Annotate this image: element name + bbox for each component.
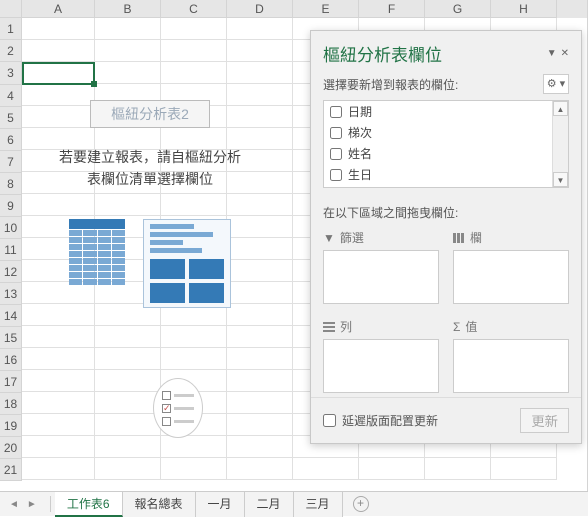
sheet-tab[interactable]: 報名總表 xyxy=(123,492,196,517)
field-item[interactable]: 日期 xyxy=(324,101,568,122)
pivot-illustration xyxy=(45,219,255,308)
sheet-tab-bar: ◄► 工作表6報名總表一月二月三月 + xyxy=(0,491,588,516)
row-header-14[interactable]: 14 xyxy=(0,305,22,327)
row-header-3[interactable]: 3 xyxy=(0,62,22,85)
rows-area[interactable]: 列 xyxy=(323,318,439,397)
field-item[interactable]: 姓名 xyxy=(324,143,568,164)
row-header-18[interactable]: 18 xyxy=(0,393,22,415)
pane-title: 樞紐分析表欄位 xyxy=(323,41,442,66)
col-header-B[interactable]: B xyxy=(95,0,161,18)
col-header-E[interactable]: E xyxy=(293,0,359,18)
row-header-2[interactable]: 2 xyxy=(0,40,22,62)
row-header-11[interactable]: 11 xyxy=(0,239,22,261)
rows-icon xyxy=(323,322,335,332)
pane-options-button[interactable]: ⚙ ▾ xyxy=(543,74,569,94)
row-header-19[interactable]: 19 xyxy=(0,415,22,437)
col-header-D[interactable]: D xyxy=(227,0,293,18)
column-headers[interactable]: ABCDEFGH xyxy=(22,0,587,18)
row-header-5[interactable]: 5 xyxy=(0,107,22,129)
add-sheet-button[interactable]: + xyxy=(353,496,369,512)
pane-close-icon[interactable]: ✕ xyxy=(561,48,569,59)
columns-icon xyxy=(453,233,465,243)
sheet-tab[interactable]: 一月 xyxy=(196,492,245,517)
sheet-tab[interactable]: 工作表6 xyxy=(55,492,123,517)
row-header-10[interactable]: 10 xyxy=(0,217,22,239)
row-header-13[interactable]: 13 xyxy=(0,283,22,305)
sheet-tab[interactable]: 三月 xyxy=(294,492,343,517)
row-header-7[interactable]: 7 xyxy=(0,151,22,173)
row-header-8[interactable]: 8 xyxy=(0,173,22,195)
choose-fields-label: 選擇要新增到報表的欄位: xyxy=(323,76,458,93)
col-header-C[interactable]: C xyxy=(161,0,227,18)
row-header-20[interactable]: 20 xyxy=(0,437,22,459)
select-all-corner[interactable] xyxy=(0,0,22,18)
row-header-12[interactable]: 12 xyxy=(0,261,22,283)
col-header-H[interactable]: H xyxy=(491,0,557,18)
row-header-21[interactable]: 21 xyxy=(0,459,22,481)
update-button[interactable]: 更新 xyxy=(520,408,569,433)
filter-area[interactable]: ▼篩選 xyxy=(323,229,439,308)
checklist-overlay-icon xyxy=(153,378,203,438)
sheet-tab[interactable]: 二月 xyxy=(245,492,294,517)
field-item[interactable]: 生日 xyxy=(324,164,568,185)
filter-icon: ▼ xyxy=(323,231,335,245)
row-header-1[interactable]: 1 xyxy=(0,18,22,40)
field-item[interactable]: 梯次 xyxy=(324,122,568,143)
columns-area[interactable]: 欄 xyxy=(453,229,569,308)
col-header-F[interactable]: F xyxy=(359,0,425,18)
tab-nav-buttons[interactable]: ◄► xyxy=(0,499,46,510)
scroll-down-icon[interactable]: ▼ xyxy=(553,172,568,187)
field-scrollbar[interactable]: ▲ ▼ xyxy=(552,101,568,187)
col-header-A[interactable]: A xyxy=(22,0,95,18)
values-area[interactable]: Σ值 xyxy=(453,318,569,397)
pivot-field-pane: 樞紐分析表欄位 ▼ ✕ 選擇要新增到報表的欄位: ⚙ ▾ 日期梯次姓名生日 ▲ … xyxy=(310,30,582,444)
row-header-15[interactable]: 15 xyxy=(0,327,22,349)
pivot-table-name: 樞紐分析表2 xyxy=(90,100,210,128)
pivot-hint-text: 若要建立報表，請自樞紐分析 表欄位清單選擇欄位 xyxy=(45,146,255,191)
row-header-9[interactable]: 9 xyxy=(0,195,22,217)
defer-update-checkbox[interactable]: 延遲版面配置更新 xyxy=(323,412,438,429)
row-header-6[interactable]: 6 xyxy=(0,129,22,151)
pivot-placeholder: 樞紐分析表2 若要建立報表，請自樞紐分析 表欄位清單選擇欄位 xyxy=(45,100,255,308)
row-headers[interactable]: 123456789101112131415161718192021 xyxy=(0,18,22,481)
sigma-icon: Σ xyxy=(453,320,460,334)
row-header-4[interactable]: 4 xyxy=(0,85,22,107)
field-list[interactable]: 日期梯次姓名生日 ▲ ▼ xyxy=(323,100,569,188)
scroll-up-icon[interactable]: ▲ xyxy=(553,101,568,116)
active-cell[interactable] xyxy=(22,62,95,85)
drag-areas-label: 在以下區域之間拖曳欄位: xyxy=(311,188,581,229)
pane-dropdown-icon[interactable]: ▼ xyxy=(547,48,557,59)
row-header-16[interactable]: 16 xyxy=(0,349,22,371)
row-header-17[interactable]: 17 xyxy=(0,371,22,393)
col-header-G[interactable]: G xyxy=(425,0,491,18)
